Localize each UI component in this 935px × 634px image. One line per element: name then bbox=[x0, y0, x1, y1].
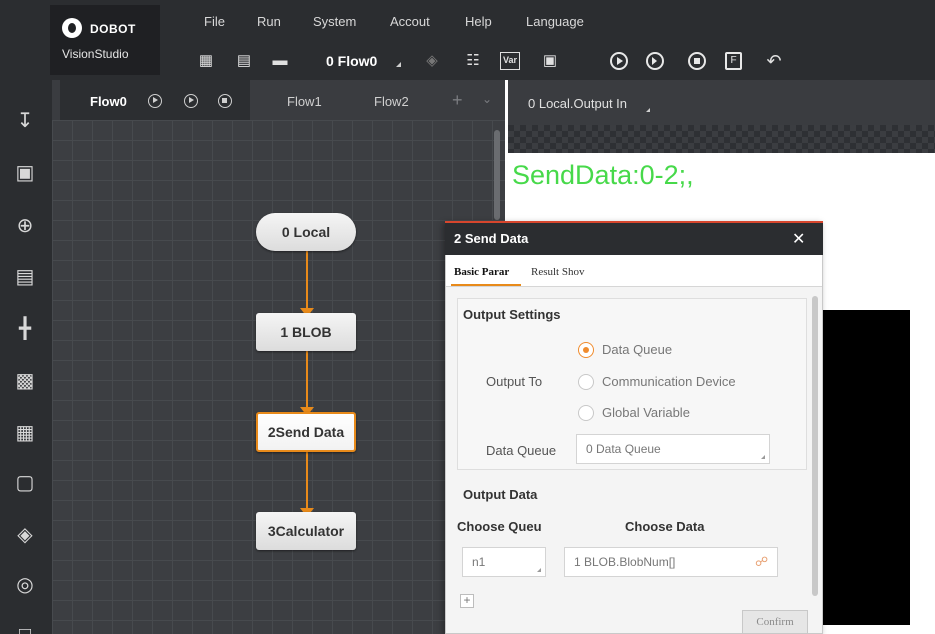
tool-settings-icon[interactable]: ↧ bbox=[12, 108, 38, 134]
confirm-button[interactable]: Confirm bbox=[742, 610, 808, 634]
flow-node-local[interactable]: 0 Local bbox=[256, 213, 356, 251]
queue-value: n1 bbox=[472, 555, 486, 569]
result-source-selector[interactable]: 0 Local.Output In bbox=[528, 96, 627, 111]
tab-result-show[interactable]: Result Shov bbox=[531, 266, 584, 278]
active-tab-indicator bbox=[451, 284, 521, 286]
variable-icon[interactable]: Var bbox=[500, 52, 520, 70]
save-icon[interactable]: ▤ bbox=[234, 52, 254, 70]
image-processing-icon[interactable]: ▢ bbox=[12, 470, 38, 496]
brand-name: DOBOT bbox=[90, 22, 136, 36]
alignment-icon[interactable]: ╋ bbox=[12, 316, 38, 342]
connector-line bbox=[306, 350, 308, 410]
output-settings-title: Output Settings bbox=[463, 307, 561, 322]
add-flow-icon[interactable]: + bbox=[452, 90, 463, 111]
queue-input[interactable]: n1 bbox=[462, 547, 546, 577]
add-row-button[interactable]: + bbox=[460, 594, 474, 608]
dialog-scrollbar[interactable] bbox=[812, 296, 818, 596]
radio-data-queue-label[interactable]: Data Queue bbox=[602, 342, 672, 357]
link-icon[interactable]: ☍ bbox=[755, 554, 768, 570]
tab-flow0-label[interactable]: Flow0 bbox=[90, 94, 127, 109]
flow-selector-caret-icon[interactable] bbox=[396, 62, 401, 67]
resize-grip-icon bbox=[761, 455, 765, 459]
communication-icon[interactable]: □ bbox=[12, 622, 38, 634]
radio-data-queue-icon[interactable] bbox=[578, 342, 594, 358]
menu-language[interactable]: Language bbox=[526, 14, 584, 29]
flow-node-blob[interactable]: 1 BLOB bbox=[256, 313, 356, 351]
flow-canvas[interactable] bbox=[52, 120, 505, 634]
tab-flow1[interactable]: Flow1 bbox=[287, 94, 322, 109]
format-icon[interactable]: F bbox=[725, 52, 742, 70]
output-to-label: Output To bbox=[486, 374, 543, 389]
measurement-icon[interactable]: ▤ bbox=[12, 264, 38, 290]
run-continuous-icon[interactable] bbox=[646, 52, 664, 70]
resize-grip-icon bbox=[537, 568, 541, 572]
canvas-scrollbar[interactable] bbox=[494, 130, 500, 220]
column-choose-queue: Choose Queu bbox=[457, 519, 542, 534]
positioning-icon[interactable]: ⊕ bbox=[12, 213, 38, 239]
radio-global-variable-label[interactable]: Global Variable bbox=[602, 405, 690, 420]
flow0-run-continuous-icon[interactable] bbox=[184, 94, 198, 108]
recognition-icon[interactable]: ▩ bbox=[12, 368, 38, 394]
menu-run[interactable]: Run bbox=[257, 14, 281, 29]
data-queue-value: 0 Data Queue bbox=[586, 442, 661, 456]
menu-accout[interactable]: Accout bbox=[390, 14, 430, 29]
open-folder-icon[interactable]: ▬ bbox=[270, 52, 290, 70]
dobot-logo-icon bbox=[62, 18, 82, 38]
run-once-icon[interactable] bbox=[610, 52, 628, 70]
flow-node-calculator[interactable]: 3Calculator bbox=[256, 512, 356, 550]
close-icon[interactable]: ✕ bbox=[792, 229, 805, 249]
undo-icon[interactable]: ↶ bbox=[764, 52, 784, 70]
radio-communication-device-label[interactable]: Communication Device bbox=[602, 374, 736, 389]
data-value: 1 BLOB.BlobNum[] bbox=[574, 555, 676, 569]
stop-icon[interactable] bbox=[688, 52, 706, 70]
chevron-down-icon[interactable]: ⌄ bbox=[482, 92, 492, 106]
connector-line bbox=[306, 250, 308, 312]
logo-area bbox=[50, 5, 160, 75]
column-choose-data: Choose Data bbox=[625, 519, 705, 534]
data-queue-select[interactable]: 0 Data Queue bbox=[576, 434, 770, 464]
calibration-icon[interactable]: ▦ bbox=[12, 420, 38, 446]
tab-basic-params[interactable]: Basic Parar bbox=[454, 266, 509, 278]
dialog-title: 2 Send Data bbox=[454, 231, 529, 246]
radio-global-variable-icon[interactable] bbox=[578, 405, 594, 421]
tab-flow2[interactable]: Flow2 bbox=[374, 94, 409, 109]
flow-selector[interactable]: 0 Flow0 bbox=[326, 53, 377, 69]
result-image bbox=[820, 310, 910, 625]
output-data-title: Output Data bbox=[463, 487, 538, 502]
result-panel-toolbar bbox=[508, 125, 935, 153]
color-fill-icon[interactable]: ◈ bbox=[12, 522, 38, 548]
result-source-caret-icon[interactable] bbox=[646, 108, 650, 112]
camera-icon[interactable]: ▣ bbox=[12, 160, 38, 186]
output-text: SendData:0-2;, bbox=[512, 160, 694, 190]
network-icon[interactable]: ☷ bbox=[463, 52, 483, 70]
connector-line bbox=[306, 450, 308, 512]
data-queue-label: Data Queue bbox=[486, 443, 557, 458]
flow0-stop-icon[interactable] bbox=[218, 94, 232, 108]
menu-system[interactable]: System bbox=[313, 14, 356, 29]
flow0-run-icon[interactable] bbox=[148, 94, 162, 108]
device-icon[interactable]: ▣ bbox=[540, 52, 560, 70]
product-name: VisionStudio bbox=[62, 47, 129, 61]
vision-studio-window: DOBOT VisionStudio File Run System Accou… bbox=[0, 0, 935, 634]
menu-help[interactable]: Help bbox=[465, 14, 492, 29]
new-solution-icon[interactable]: ▦ bbox=[196, 52, 216, 70]
data-input[interactable]: 1 BLOB.BlobNum[] bbox=[564, 547, 778, 577]
logic-icon[interactable]: ◎ bbox=[12, 572, 38, 598]
menu-file[interactable]: File bbox=[204, 14, 225, 29]
flow-node-send-data[interactable]: 2Send Data bbox=[256, 412, 356, 452]
radio-communication-device-icon[interactable] bbox=[578, 374, 594, 390]
layers-icon[interactable]: ◈ bbox=[422, 52, 442, 70]
